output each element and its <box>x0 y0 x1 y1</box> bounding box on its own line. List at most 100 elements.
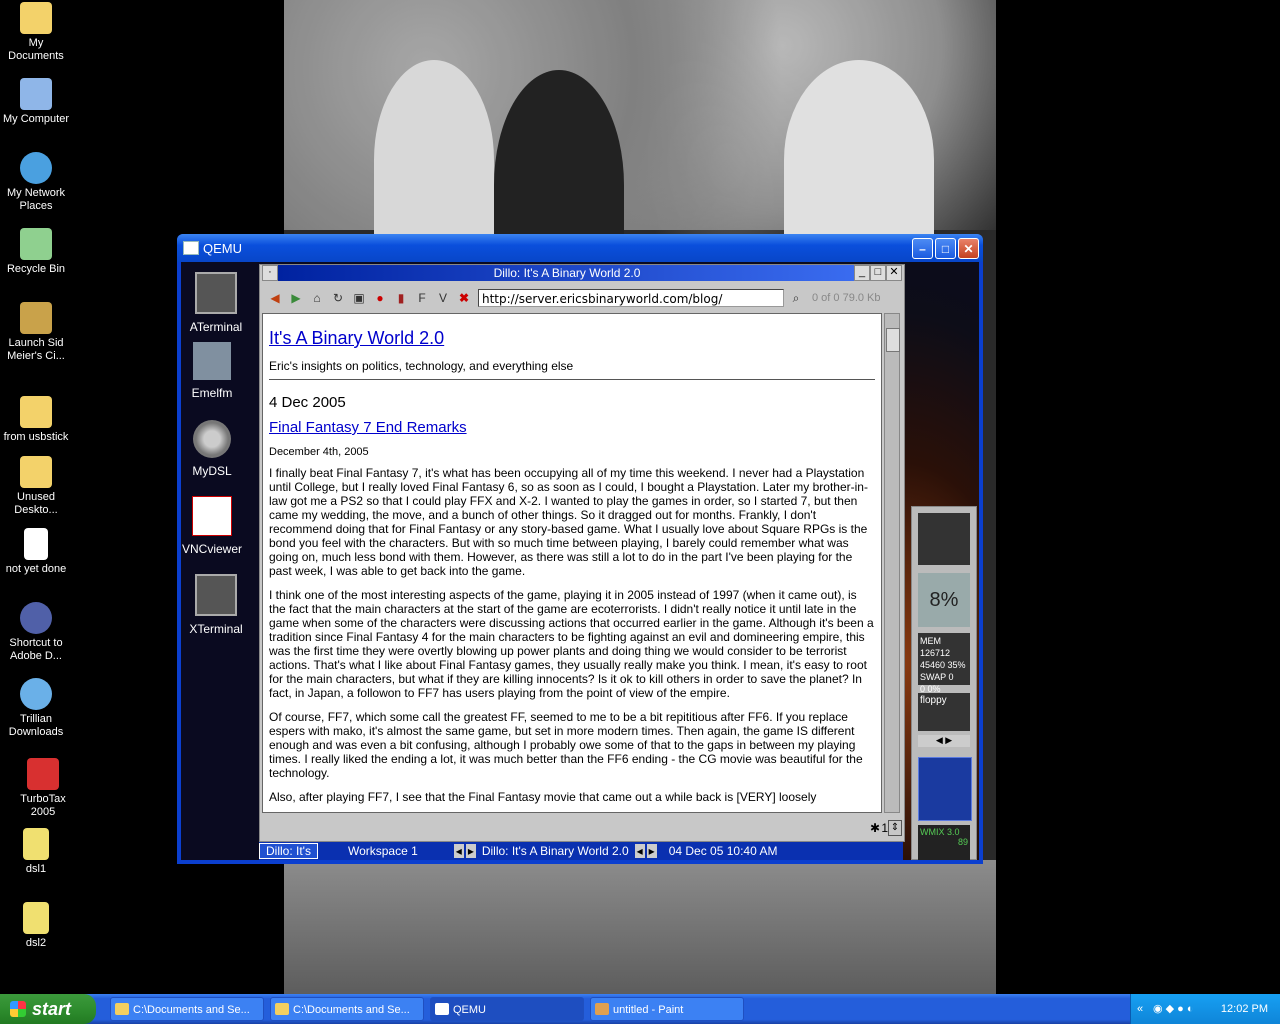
scrollbar-thumb[interactable] <box>886 328 900 352</box>
folder-icon <box>20 456 52 488</box>
dsl-workspace[interactable]: Workspace 1 <box>342 844 424 858</box>
dsl-icon-xterminal[interactable]: XTerminal <box>185 574 247 636</box>
qemu-title-bar[interactable]: QEMU – □ ✕ <box>177 234 983 262</box>
minimize-button[interactable]: – <box>912 238 933 259</box>
qemu-title: QEMU <box>203 240 242 256</box>
download-progress: 0 of 0 79.0 Kb <box>812 292 881 304</box>
qemu-window[interactable]: QEMU – □ ✕ ATerminal Emelfm MyDSL VNCvie… <box>177 234 983 864</box>
dsl-clock: 04 Dec 05 10:40 AM <box>668 844 778 858</box>
adobe-shortcut-icon <box>20 602 52 634</box>
desktop-icon-not-yet-done[interactable]: not yet done <box>0 528 72 576</box>
page-content[interactable]: It's A Binary World 2.0 Eric's insights … <box>262 313 882 813</box>
taskbar-item-qemu[interactable]: QEMU <box>430 997 584 1021</box>
close-button[interactable]: ✕ <box>958 238 979 259</box>
dsl-icon-aterminal[interactable]: ATerminal <box>185 272 247 334</box>
reload-icon[interactable]: ↻ <box>329 289 347 307</box>
tray-icons[interactable]: ◉ ◆ ● ◐ <box>1153 994 1194 1024</box>
dsl-icon-emelfm[interactable]: Emelfm <box>181 342 243 400</box>
system-tray: « ◉ ◆ ● ◐ 12:02 PM <box>1130 994 1280 1024</box>
recycle-bin-icon <box>20 228 52 260</box>
dock-controls[interactable]: ◀ ▶ <box>918 735 970 747</box>
windows-taskbar: start C:\Documents and Se... C:\Document… <box>0 994 1280 1024</box>
taskbar-item-paint[interactable]: untitled - Paint <box>590 997 744 1021</box>
dillo-close-button[interactable]: ✕ <box>886 265 902 281</box>
dillo-title-bar[interactable]: Dillo: It's A Binary World 2.0 <box>278 265 856 281</box>
taskbar-item-explorer-1[interactable]: C:\Documents and Se... <box>110 997 264 1021</box>
pager[interactable] <box>918 757 972 821</box>
floppy-mount[interactable]: floppy <box>918 693 970 731</box>
desktop-icon-my-computer[interactable]: My Computer <box>0 78 72 126</box>
desktop-icon-civ[interactable]: Launch Sid Meier's Ci... <box>0 302 72 363</box>
desktop-icon-trillian[interactable]: Trillian Downloads <box>0 678 72 739</box>
window-prev-icon[interactable]: ◂ <box>634 844 645 858</box>
gears-icon <box>193 420 231 458</box>
site-title-link[interactable]: It's A Binary World 2.0 <box>269 328 875 349</box>
fullscreen-toggle-icon[interactable]: ⇕ <box>888 820 902 836</box>
folder-icon <box>20 396 52 428</box>
taskbar-item-explorer-2[interactable]: C:\Documents and Se... <box>270 997 424 1021</box>
qemu-window-icon <box>183 241 199 255</box>
workspace-prev-icon[interactable]: ◂ <box>453 844 464 858</box>
desktop-icon-dsl2[interactable]: dsl2 <box>0 902 72 950</box>
start-button[interactable]: start <box>0 994 96 1024</box>
post-paragraph: Also, after playing FF7, I see that the … <box>269 790 817 804</box>
desktop-icon-turbotax[interactable]: TurboTax 2005 <box>7 758 79 819</box>
view-menu-icon[interactable]: V <box>434 289 452 307</box>
wallpaper-person <box>374 60 494 260</box>
desktop-icon-from-usbstick[interactable]: from usbstick <box>0 396 72 444</box>
post-paragraph: I finally beat Final Fantasy 7, it's wha… <box>269 466 868 578</box>
bookmarks-icon[interactable]: ▮ <box>392 289 410 307</box>
dillo-maximize-button[interactable]: □ <box>870 265 886 281</box>
network-globe-icon <box>20 152 52 184</box>
desktop-icon-recycle-bin[interactable]: Recycle Bin <box>0 228 72 276</box>
dsl-icon-vncviewer[interactable]: VNCviewer <box>181 496 243 556</box>
dsl-window-label[interactable]: Dillo: It's A Binary World 2.0 <box>476 844 635 858</box>
workspace-next-icon[interactable]: ▸ <box>465 844 476 858</box>
dillo-minimize-button[interactable]: _ <box>854 265 870 281</box>
desktop-icon-adobe[interactable]: Shortcut to Adobe D... <box>0 602 72 663</box>
paint-icon <box>595 1003 609 1015</box>
divider <box>269 379 875 380</box>
desktop-icon-unused-desktop[interactable]: Unused Deskto... <box>0 456 72 517</box>
text-file-icon <box>24 528 48 560</box>
post-title-link[interactable]: Final Fantasy 7 End Remarks <box>269 419 875 436</box>
stop-icon[interactable]: ● <box>371 289 389 307</box>
computer-icon <box>20 78 52 110</box>
home-icon[interactable]: ⌂ <box>308 289 326 307</box>
search-icon[interactable]: ⌕ <box>787 289 805 307</box>
vertical-scrollbar[interactable] <box>884 313 900 813</box>
desktop-icon-my-documents[interactable]: My Documents <box>0 2 72 63</box>
post-paragraph: I think one of the most interesting aspe… <box>269 588 874 700</box>
desktop-icon-dsl1[interactable]: dsl1 <box>0 828 72 876</box>
folder-icon <box>115 1003 129 1015</box>
terminal-icon <box>195 272 237 314</box>
tray-expand-icon[interactable]: « <box>1137 994 1143 1024</box>
save-icon[interactable]: ▣ <box>350 289 368 307</box>
bug-count: 1 <box>881 821 888 835</box>
file-menu-icon[interactable]: F <box>413 289 431 307</box>
bug-meter-icon[interactable]: ✱ <box>870 821 880 835</box>
dsl-taskbar: Dillo: It's Workspace 1 ◂ ▸ Dillo: It's … <box>259 842 903 860</box>
cpu-monitor: 8% <box>918 573 970 627</box>
dillo-window[interactable]: · Dillo: It's A Binary World 2.0 _ □ ✕ ◀… <box>259 264 905 842</box>
jpg-file-icon <box>23 828 49 860</box>
forward-icon[interactable]: ▶ <box>287 289 305 307</box>
jpg-file-icon <box>23 902 49 934</box>
dock-applet-blank <box>918 513 970 565</box>
maximize-button[interactable]: □ <box>935 238 956 259</box>
dsl-active-app[interactable]: Dillo: It's <box>259 843 318 859</box>
back-icon[interactable]: ◀ <box>266 289 284 307</box>
wallpaper-street <box>284 860 996 994</box>
clear-url-icon[interactable]: ✖ <box>455 289 473 307</box>
windows-flag-icon <box>10 1001 26 1017</box>
desktop-icon-my-network-places[interactable]: My Network Places <box>0 152 72 213</box>
qemu-icon <box>435 1003 449 1015</box>
url-input[interactable]: http://server.ericsbinaryworld.com/blog/ <box>478 289 784 307</box>
wmix-mixer[interactable]: WMIX 3.0 89 <box>918 825 970 860</box>
dsl-icon-mydsl[interactable]: MyDSL <box>181 420 243 478</box>
dillo-menu-button[interactable]: · <box>262 265 278 281</box>
site-tagline: Eric's insights on politics, technology,… <box>269 359 574 373</box>
qemu-guest-screen[interactable]: ATerminal Emelfm MyDSL VNCviewer XTermin… <box>181 262 979 860</box>
window-next-icon[interactable]: ▸ <box>646 844 657 858</box>
dillo-toolbar: ◀ ▶ ⌂ ↻ ▣ ● ▮ F V ✖ http://server.ericsb… <box>260 285 904 311</box>
